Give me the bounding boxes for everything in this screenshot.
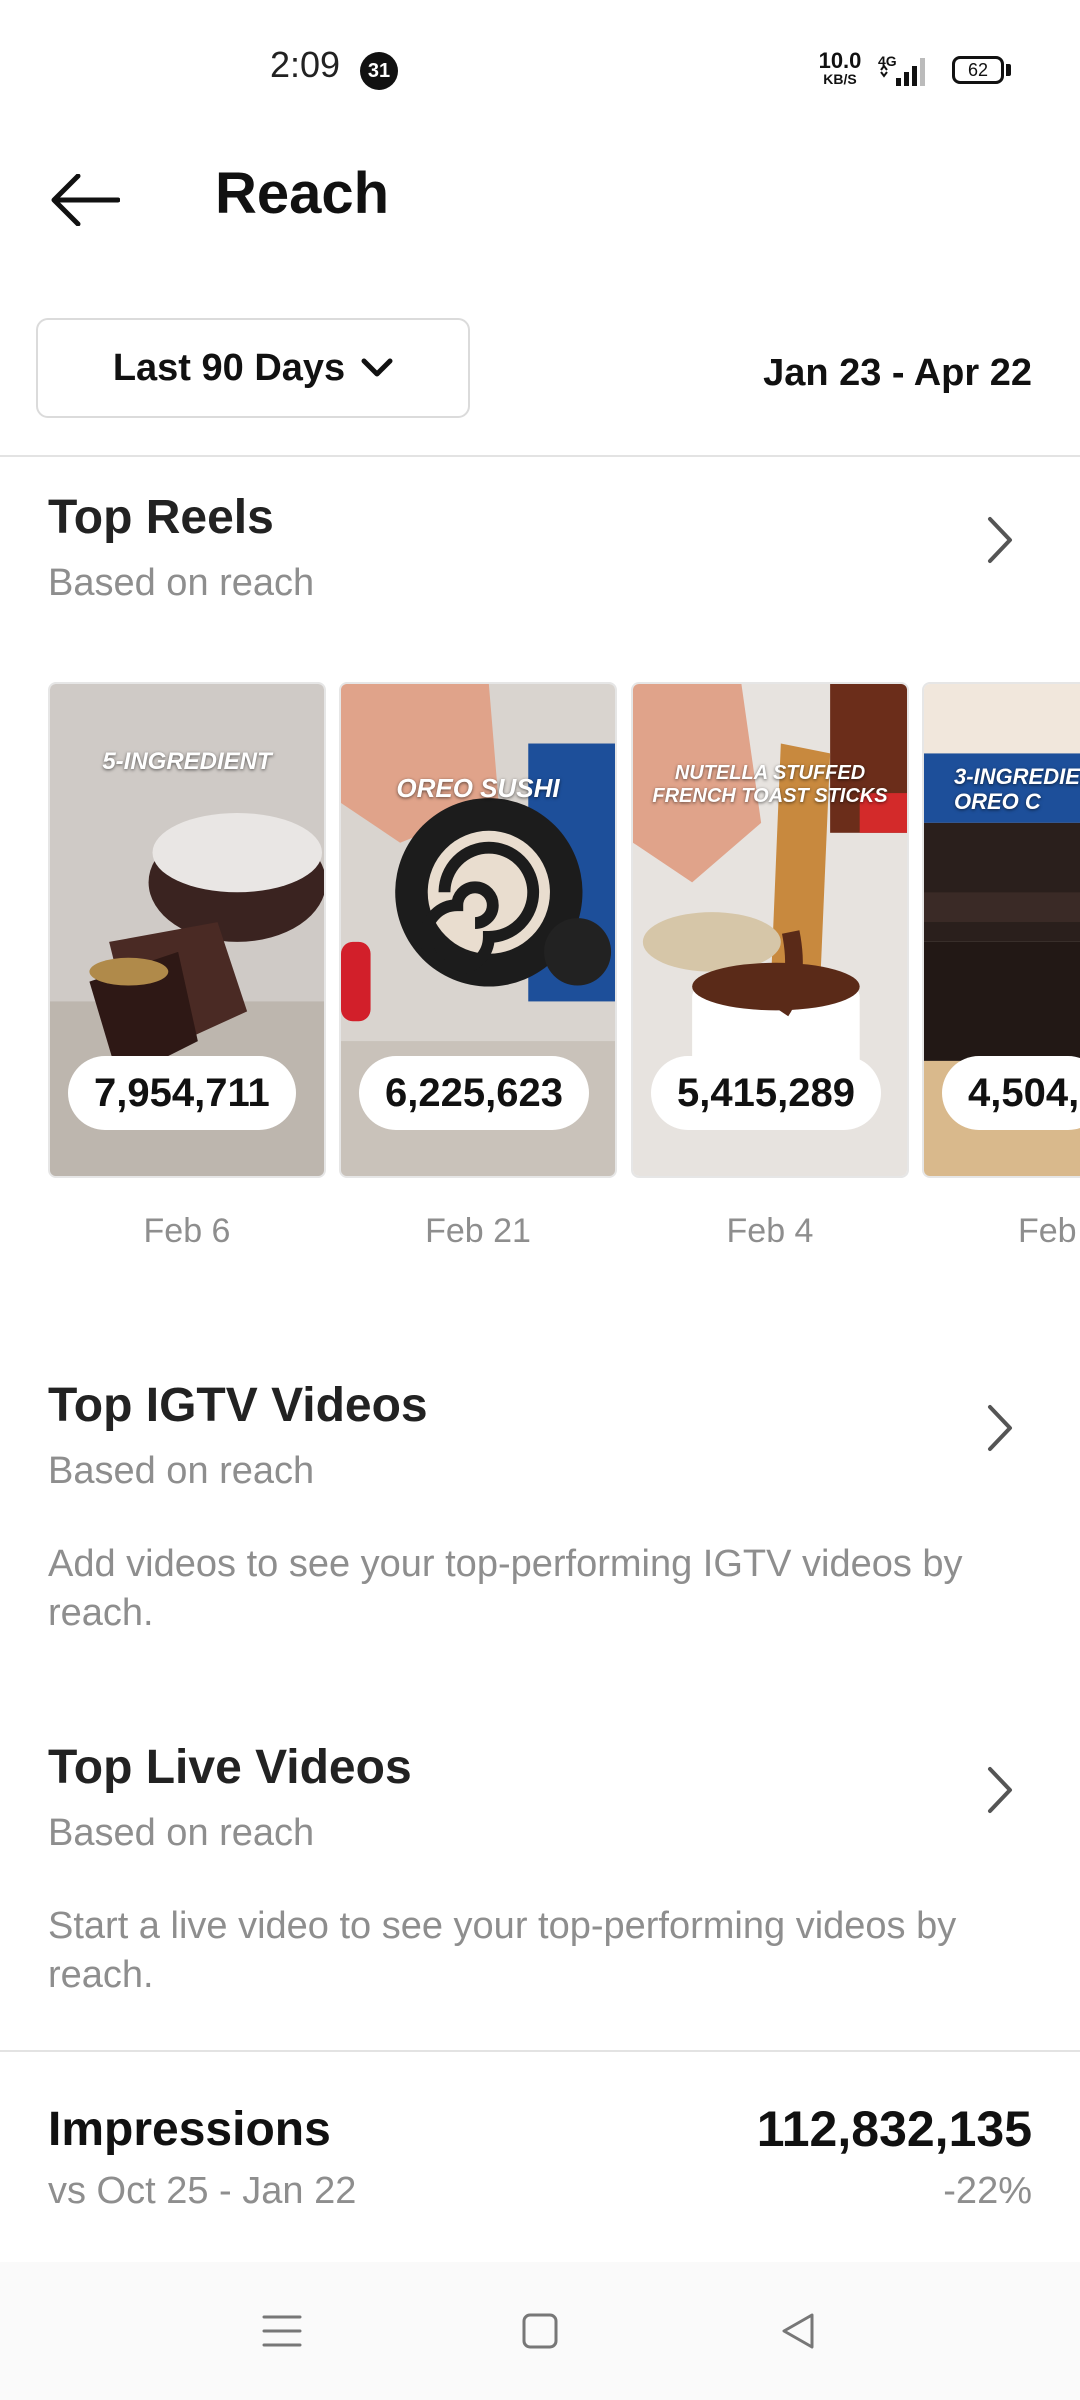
reel-reach-count: 4,504, (942, 1056, 1080, 1130)
top-igtv-title: Top IGTV Videos (48, 1379, 428, 1432)
impressions-title: Impressions (48, 2103, 331, 2156)
arrow-left-icon (51, 174, 120, 226)
reel-card[interactable]: 5-INGREDIENT 7,954,711 (48, 682, 326, 1178)
reel-date: Feb (1018, 1212, 1077, 1250)
reel-caption: 3-INGREDIENT OREO C (954, 764, 1080, 815)
top-live-title: Top Live Videos (48, 1741, 412, 1794)
top-igtv-empty-text: Add videos to see your top-performing IG… (48, 1543, 963, 1634)
reel-caption: 5-INGREDIENT (102, 748, 272, 775)
top-live-empty-text: Start a live video to see your top-perfo… (48, 1905, 957, 1996)
back-button[interactable] (44, 170, 124, 230)
square-home-icon[interactable] (510, 2306, 570, 2356)
divider (0, 2050, 1080, 2052)
reel-card[interactable]: NUTELLA STUFFED FRENCH TOAST STICKS 5,41… (631, 682, 909, 1178)
top-reels-subtitle: Based on reach (48, 562, 315, 604)
reel-date: Feb 4 (726, 1212, 814, 1250)
chevron-down-icon (361, 358, 393, 377)
impressions-comparison: vs Oct 25 - Jan 22 (48, 2170, 357, 2212)
date-range-text: Jan 23 - Apr 22 (763, 352, 1032, 394)
top-live-chevron-right-icon[interactable] (980, 1760, 1020, 1820)
reel-card[interactable]: OREO SUSHI 6,225,623 (339, 682, 617, 1178)
impressions-change: -22% (943, 2170, 1032, 2212)
top-igtv-chevron-right-icon[interactable] (980, 1398, 1020, 1458)
status-time: 2:09 (270, 44, 341, 85)
menu-icon[interactable] (252, 2306, 312, 2356)
impressions-value: 112,832,135 (756, 2101, 1032, 2157)
net-speed: 10.0 KB/S (818, 48, 862, 87)
battery-tip (1006, 64, 1011, 76)
date-range-dropdown[interactable]: Last 90 Days (36, 318, 470, 418)
reel-caption: OREO SUSHI (396, 773, 560, 803)
triangle-back-icon[interactable] (768, 2306, 828, 2356)
net-speed-value: 10.0 (818, 48, 862, 73)
reel-reach-count: 7,954,711 (68, 1056, 296, 1130)
top-igtv-subtitle: Based on reach (48, 1450, 315, 1492)
date-range-dropdown-label: Last 90 Days (112, 346, 346, 389)
net-speed-unit: KB/S (823, 71, 857, 87)
top-reels-chevron-right-icon[interactable] (980, 510, 1020, 570)
reel-caption: NUTELLA STUFFED FRENCH TOAST STICKS (652, 762, 888, 807)
divider (0, 455, 1080, 457)
reel-card[interactable]: 3-INGREDIENT OREO C 4,504, (922, 682, 1080, 1178)
reel-reach-count: 5,415,289 (651, 1056, 881, 1130)
top-reels-title: Top Reels (48, 491, 274, 544)
reel-reach-count: 6,225,623 (359, 1056, 589, 1130)
signal-icon: 4G (878, 52, 938, 88)
reel-date: Feb 6 (143, 1212, 231, 1250)
page-title: Reach (215, 161, 390, 226)
reel-date: Feb 21 (425, 1212, 531, 1250)
system-nav-bar (0, 2262, 1080, 2400)
top-live-subtitle: Based on reach (48, 1812, 315, 1854)
network-type: 4G (878, 53, 897, 69)
notification-badge: 31 (360, 52, 398, 90)
battery-icon: 62 (952, 56, 1004, 84)
